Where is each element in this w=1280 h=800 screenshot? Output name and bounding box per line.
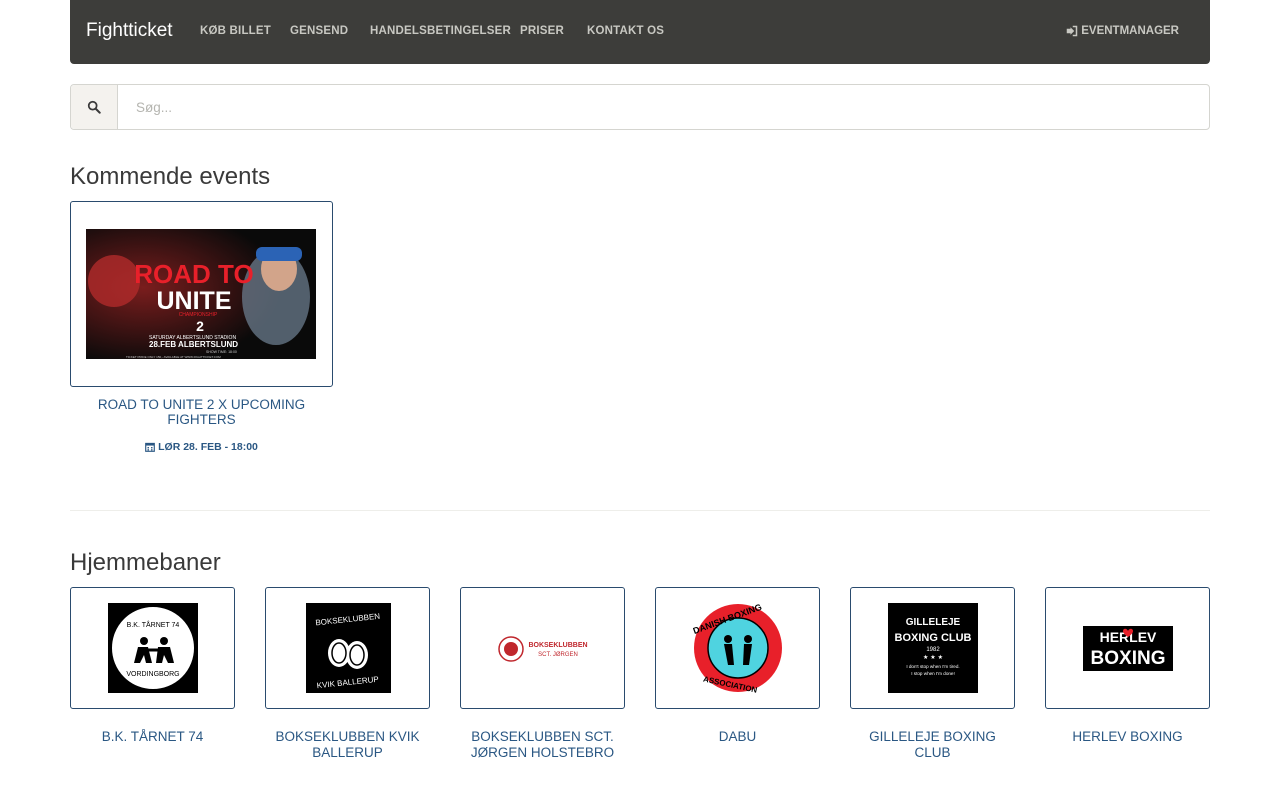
club-name-sct-joergen[interactable]: Bokseklubben Sct. Jørgen Holstebro <box>460 729 625 760</box>
club-logo-bk-taarnet-74-top: B.K. TÅRNET 74 <box>127 620 180 629</box>
club-logo-dabu: DANISH BOXING ASSOCIATION <box>693 603 783 693</box>
club-logo-kvik-ballerup: BOKSEKLUBBEN KVIK BALLERUP <box>306 603 391 693</box>
nav-resend[interactable]: Gensend <box>290 24 348 38</box>
club-logo-sct-joergen: BOKSEKLUBBEN SCT. JØRGEN <box>498 636 588 662</box>
club-card-sct-joergen[interactable]: BOKSEKLUBBEN SCT. JØRGEN <box>460 587 625 709</box>
club-logo-gilleleje-mid: BOXING CLUB <box>895 632 972 644</box>
club-card-herlev[interactable]: HERLEV BOXING <box>1045 587 1210 709</box>
event-card[interactable]: ROAD TO UNITE CHAMPIONSHIP 2 SATURDAY AL… <box>70 201 333 387</box>
club-logo-bk-taarnet-74-bottom: VORDINGBORG <box>126 671 179 678</box>
event-date: Lør 28. feb - 18:00 <box>70 441 333 453</box>
nav-contact[interactable]: Kontakt os <box>587 24 664 38</box>
club-name-gilleleje[interactable]: Gilleleje Boxing Club <box>850 729 1015 760</box>
section-divider <box>70 510 1210 511</box>
club-logo-bk-taarnet-74: B.K. TÅRNET 74 VORDINGBORG <box>108 603 198 693</box>
club-name-bk-taarnet-74[interactable]: B.K. Tårnet 74 <box>70 729 235 745</box>
club-logo-gilleleje: GILLELEJE BOXING CLUB 1982 ★ ★ ★ I don't… <box>888 603 978 693</box>
poster-line-2: 28.FEB ALBERTSLUND <box>149 340 238 349</box>
calendar-icon <box>145 442 155 452</box>
event-date-text: Lør 28. feb - 18:00 <box>158 441 258 453</box>
club-card-kvik-ballerup[interactable]: BOKSEKLUBBEN KVIK BALLERUP <box>265 587 430 709</box>
search-input[interactable] <box>119 85 1209 129</box>
club-logo-herlev: HERLEV BOXING <box>1083 626 1173 671</box>
club-name-herlev[interactable]: Herlev Boxing <box>1045 729 1210 745</box>
club-logo-gilleleje-year: 1982 <box>926 647 940 653</box>
home-clubs-heading: Hjemmebaner <box>70 549 221 576</box>
search-icon <box>87 100 101 114</box>
poster-headline-2: UNITE <box>157 287 232 315</box>
top-navbar: Fightticket Køb billet Gensend Handelsbe… <box>70 0 1210 64</box>
upcoming-events-heading: Kommende events <box>70 163 271 190</box>
club-logo-herlev-bottom: BOXING <box>1091 648 1166 669</box>
eventmanager-label: Eventmanager <box>1081 25 1179 37</box>
club-logo-gilleleje-line-1: I don't stop when I'm tired. <box>906 664 959 669</box>
club-card-dabu[interactable]: DANISH BOXING ASSOCIATION <box>655 587 820 709</box>
brand-link[interactable]: Fightticket <box>86 19 173 43</box>
club-name-dabu[interactable]: DABU <box>655 729 820 745</box>
club-name-kvik-ballerup[interactable]: Bokseklubben Kvik Ballerup <box>265 729 430 760</box>
nav-prices[interactable]: Priser <box>520 24 564 38</box>
poster-headline-1: ROAD TO <box>134 259 253 289</box>
eventmanager-link[interactable]: Eventmanager <box>1066 24 1179 38</box>
nav-buy-ticket[interactable]: Køb billet <box>200 24 271 38</box>
poster-line-3: SHOW TIME: 18:00 <box>206 350 237 354</box>
search-addon <box>71 85 118 129</box>
nav-terms[interactable]: Handelsbetingelser <box>370 24 511 38</box>
search-bar <box>70 84 1210 130</box>
club-logo-sct-joergen-bottom: SCT. JØRGEN <box>538 652 578 658</box>
club-logo-gilleleje-line-2: I stop when I'm done! <box>911 671 955 676</box>
event-poster-image: ROAD TO UNITE CHAMPIONSHIP 2 SATURDAY AL… <box>86 229 316 359</box>
poster-line-4: TICKET PRICE ONLY 150,- AVAILABLE AT WWW… <box>126 355 221 359</box>
club-card-bk-taarnet-74[interactable]: B.K. TÅRNET 74 VORDINGBORG <box>70 587 235 709</box>
sign-in-icon <box>1066 25 1078 37</box>
club-logo-gilleleje-top: GILLELEJE <box>906 617 961 628</box>
club-card-gilleleje[interactable]: GILLELEJE BOXING CLUB 1982 ★ ★ ★ I don't… <box>850 587 1015 709</box>
svg-text:★ ★ ★: ★ ★ ★ <box>923 654 943 661</box>
poster-number: 2 <box>196 318 204 334</box>
event-title-link[interactable]: Road to Unite 2 x Upcoming fighters <box>70 397 333 427</box>
club-logo-sct-joergen-top: BOKSEKLUBBEN <box>528 642 587 649</box>
